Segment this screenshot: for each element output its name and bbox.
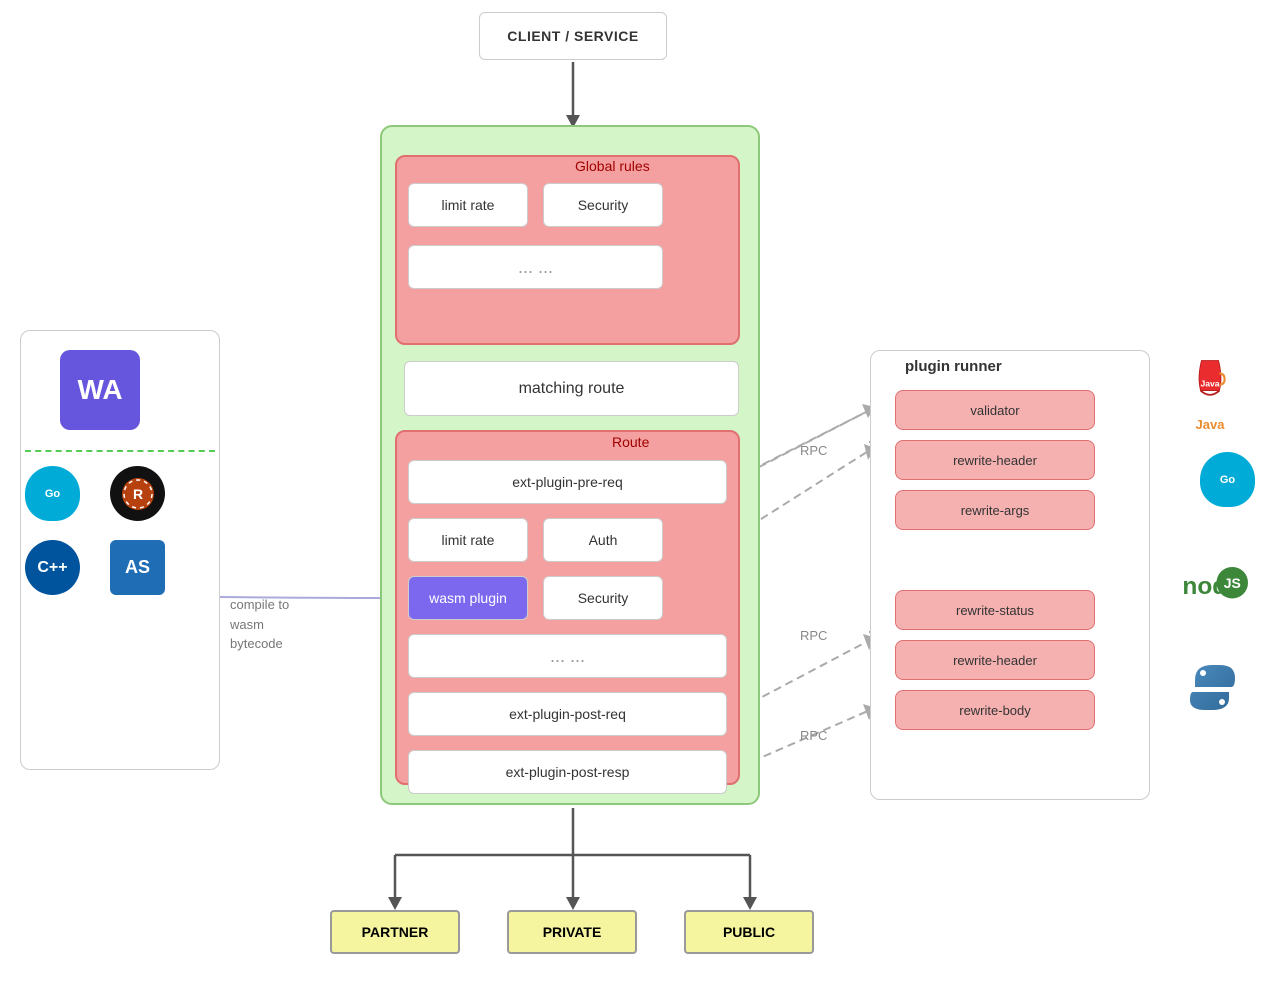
- ext-plugin-pre-req: ext-plugin-pre-req: [408, 460, 727, 504]
- route-label: Route: [612, 434, 649, 450]
- rewrite-body-box: rewrite-body: [895, 690, 1095, 730]
- global-rules-label: Global rules: [575, 158, 650, 174]
- svg-text:R: R: [132, 486, 142, 502]
- rewrite-header-box2: rewrite-header: [895, 640, 1095, 680]
- compile-text: compile towasmbytecode: [230, 595, 289, 654]
- client-service-box: CLIENT / SERVICE: [479, 12, 667, 60]
- svg-text:Java: Java: [1200, 378, 1219, 388]
- python-icon: [1185, 660, 1240, 720]
- dots-route: ... ...: [408, 634, 727, 678]
- security-global: Security: [543, 183, 663, 227]
- limit-rate-route: limit rate: [408, 518, 528, 562]
- auth-route: Auth: [543, 518, 663, 562]
- go-gopher-right-icon: Go: [1200, 452, 1255, 507]
- partner-box: PARTNER: [330, 910, 460, 954]
- public-box: PUBLIC: [684, 910, 814, 954]
- ext-plugin-post-req: ext-plugin-post-req: [408, 692, 727, 736]
- security-route: Security: [543, 576, 663, 620]
- svg-text:JS: JS: [1224, 575, 1241, 591]
- wasm-plugin-route: wasm plugin: [408, 576, 528, 620]
- ext-plugin-post-resp: ext-plugin-post-resp: [408, 750, 727, 794]
- nodejs-icon: node JS: [1178, 560, 1248, 620]
- matching-route-box: matching route: [404, 361, 739, 416]
- dashed-separator: [25, 450, 215, 452]
- rewrite-status-box: rewrite-status: [895, 590, 1095, 630]
- go-icon: Go: [25, 466, 80, 521]
- as-icon: AS: [110, 540, 165, 595]
- plugin-runner-label: plugin runner: [905, 358, 1002, 375]
- rewrite-args-box: rewrite-args: [895, 490, 1095, 530]
- private-box: PRIVATE: [507, 910, 637, 954]
- dots-global: ... ...: [408, 245, 663, 289]
- cpp-icon: C++: [25, 540, 80, 595]
- java-icon: Java Java: [1185, 352, 1235, 432]
- wa-badge: WA: [60, 350, 140, 430]
- rust-icon: R: [110, 466, 165, 521]
- validator-box: validator: [895, 390, 1095, 430]
- limit-rate-global: limit rate: [408, 183, 528, 227]
- rewrite-header-box1: rewrite-header: [895, 440, 1095, 480]
